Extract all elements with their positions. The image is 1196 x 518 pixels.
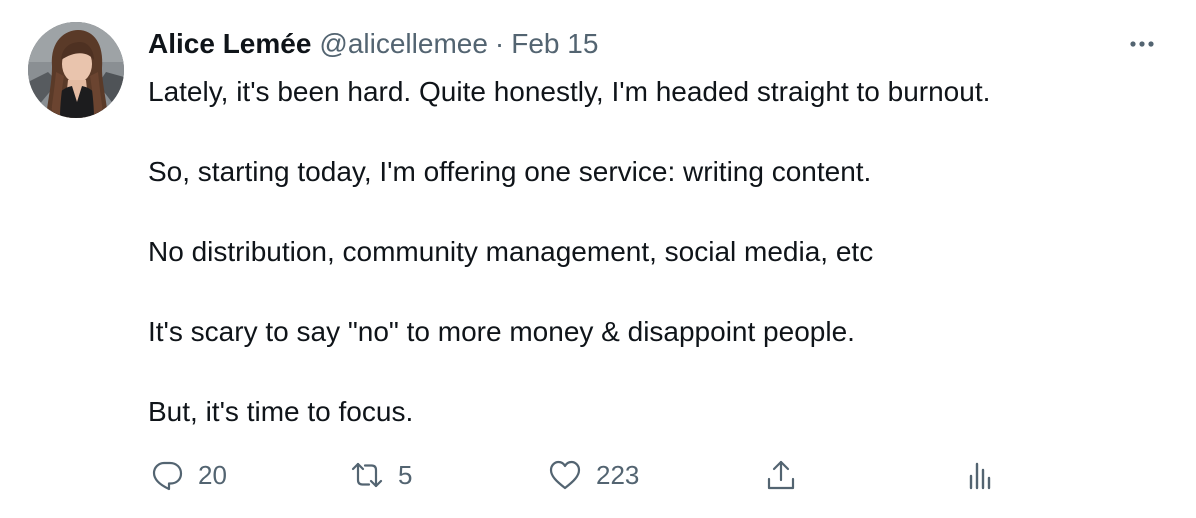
share-button[interactable] (764, 458, 798, 492)
analytics-button[interactable] (963, 458, 997, 492)
tweet-actions: 20 5 223 (0, 450, 1196, 500)
tweet-card: Alice Lemée @alicellemee · Feb 15 Lately… (0, 0, 1196, 518)
tweet-paragraph: No distribution, community management, s… (148, 236, 874, 267)
like-count: 223 (596, 460, 640, 490)
like-button[interactable]: 223 (548, 458, 639, 492)
author-display-name[interactable]: Alice Lemée (148, 26, 311, 62)
tweet-paragraph: Lately, it's been hard. Quite honestly, … (148, 76, 991, 107)
retweet-count: 5 (398, 460, 413, 490)
retweet-icon (350, 458, 384, 492)
more-horizontal-icon (1125, 27, 1159, 61)
profile-photo (28, 22, 124, 118)
tweet-text: Lately, it's been hard. Quite honestly, … (148, 72, 1148, 432)
analytics-icon (963, 458, 997, 492)
tweet-paragraph: But, it's time to focus. (148, 396, 414, 427)
reply-icon (150, 458, 184, 492)
tweet-timestamp[interactable]: Feb 15 (511, 26, 598, 62)
reply-count: 20 (198, 460, 227, 490)
header-separator: · (494, 28, 505, 59)
author-handle[interactable]: @alicellemee (319, 26, 488, 62)
retweet-button[interactable]: 5 (350, 458, 412, 492)
avatar[interactable] (28, 22, 124, 118)
tweet-header: Alice Lemée @alicellemee · Feb 15 (148, 26, 598, 62)
more-options-button[interactable] (1122, 28, 1162, 60)
reply-button[interactable]: 20 (150, 458, 227, 492)
tweet-paragraph: It's scary to say "no" to more money & d… (148, 316, 855, 347)
heart-icon (548, 458, 582, 492)
tweet-paragraph: So, starting today, I'm offering one ser… (148, 156, 872, 187)
share-icon (764, 458, 798, 492)
